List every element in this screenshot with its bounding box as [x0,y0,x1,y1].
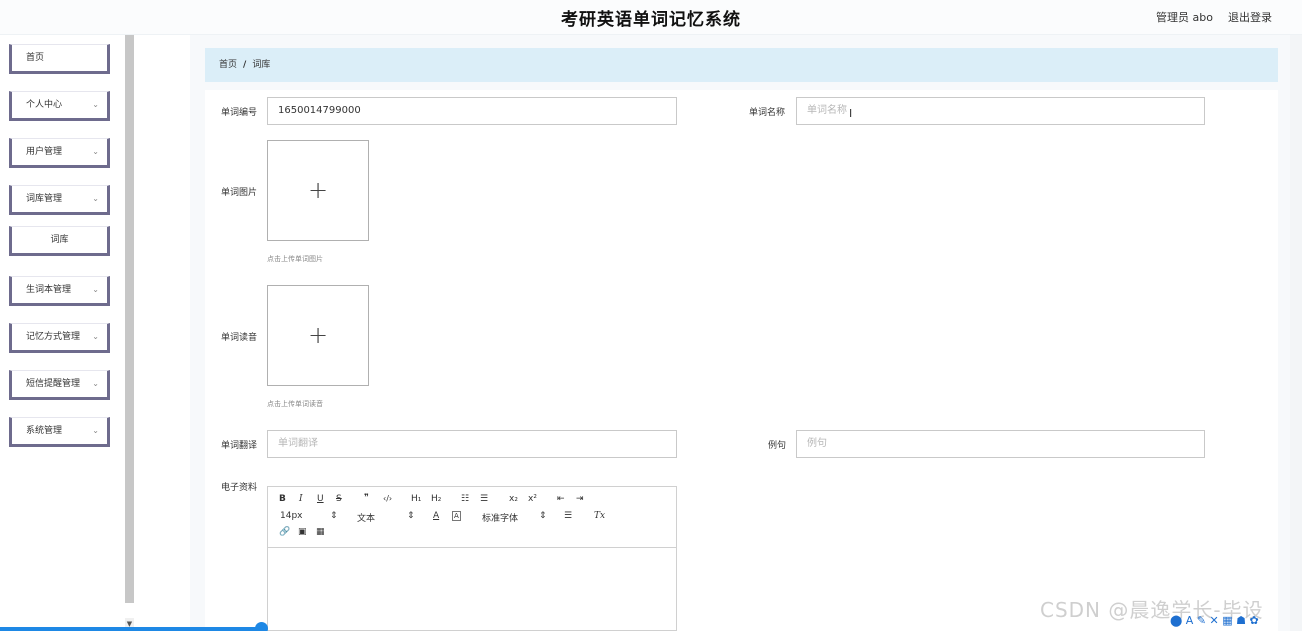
underline-button[interactable]: U [317,494,324,504]
font-color-icon[interactable]: A [433,511,439,521]
right-edge [1290,35,1302,631]
app-title: 考研英语单词记忆系统 [561,10,741,30]
text-style-chevron-icon[interactable]: ⇕ [407,511,415,521]
link-icon[interactable]: 🔗 [279,527,290,537]
progress-bar [0,627,262,631]
font-family-chevron-icon[interactable]: ⇕ [539,511,547,521]
sidebar-item-label: 记忆方式管理 [26,332,81,342]
sidebar-item-memory-method-management[interactable]: 记忆方式管理 ⌄ [9,323,110,353]
breadcrumb: 首页 / 词库 [205,48,1278,82]
sidebar-scrollbar[interactable] [125,35,134,603]
word-name-label: 单词名称 [749,108,786,118]
sidebar-item-sms-reminder-management[interactable]: 短信提醒管理 ⌄ [9,370,110,400]
sidebar-item-label: 用户管理 [26,147,63,157]
breadcrumb-separator: / [243,60,247,70]
sidebar-item-label: 生词本管理 [26,285,72,295]
indent-icon[interactable]: ⇥ [576,494,584,504]
editor-toolbar: B I U S ❞ ‹/› H₁ H₂ ☷ ☰ x₂ x² ⇤ ⇥ 14px ⇕… [268,487,676,548]
logout-link[interactable]: 退出登录 [1228,9,1272,25]
breadcrumb-home[interactable]: 首页 [219,60,237,70]
chevron-down-icon: ⌄ [92,100,99,109]
blockquote-icon[interactable]: ❞ [364,493,369,503]
chevron-down-icon: ⌄ [92,285,99,294]
sidebar-item-label: 首页 [26,53,45,63]
sidebar-item-label: 词库 [50,235,69,245]
translation-input[interactable]: 单词翻译 [267,430,677,458]
chevron-down-icon: ⌄ [92,332,99,341]
word-audio-label: 单词读音 [221,333,258,343]
audio-upload-box[interactable]: + [267,285,369,386]
align-icon[interactable]: ☰ [564,511,572,521]
top-bar: 考研英语单词记忆系统 管理员 abo 退出登录 [0,0,1302,35]
example-input[interactable]: 例句 [796,430,1205,458]
text-style-select[interactable]: 文本 [357,511,375,524]
heading2-button[interactable]: H₂ [431,494,441,504]
bold-button[interactable]: B [279,494,286,504]
progress-handle[interactable] [255,622,268,631]
background-color-icon[interactable]: A [452,511,461,521]
sidebar-item-label: 个人中心 [26,100,63,110]
sidebar-subitem-wordbank[interactable]: 词库 [9,226,110,256]
sidebar-item-label: 系统管理 [26,426,63,436]
image-icon[interactable]: ▣ [298,527,307,537]
font-family-select[interactable]: 标准字体 [482,511,518,524]
video-icon[interactable]: ▦ [316,527,325,537]
sidebar-item-personal-center[interactable]: 个人中心 ⌄ [9,91,110,121]
word-name-input[interactable]: 单词名称 [796,97,1205,125]
clear-format-icon[interactable]: Tx [594,511,605,521]
word-number-input[interactable]: 1650014799000 [267,97,677,125]
word-number-label: 单词编号 [221,108,258,118]
sidebar-item-vocab-book-management[interactable]: 生词本管理 ⌄ [9,276,110,306]
sidebar-item-label: 词库管理 [26,194,63,204]
image-upload-box[interactable]: + [267,140,369,241]
plus-icon: + [307,176,329,204]
user-label: 管理员 abo [1156,11,1213,24]
word-image-label: 单词图片 [221,188,258,198]
code-icon[interactable]: ‹/› [383,494,392,503]
translation-label: 单词翻译 [221,441,258,451]
italic-button[interactable]: I [299,494,303,504]
text-cursor-icon: I [849,107,853,120]
tray-icons: ⬤ A ✎ ✕ ▦ ☗ ✿ [1170,614,1259,627]
breadcrumb-current: 词库 [252,60,271,70]
heading1-button[interactable]: H₁ [411,494,421,504]
content-gutter [134,35,190,631]
chevron-down-icon: ⌄ [92,194,99,203]
audio-upload-hint: 点击上传单词读音 [267,400,323,408]
sidebar-item-home[interactable]: 首页 [9,44,110,74]
strikethrough-button[interactable]: S [336,494,342,504]
chevron-down-icon: ⌄ [92,147,99,156]
sidebar-item-label: 短信提醒管理 [26,379,81,389]
subscript-button[interactable]: x₂ [509,494,518,504]
plus-icon: + [307,321,329,349]
ordered-list-icon[interactable]: ☷ [461,494,469,504]
example-label: 例句 [768,441,787,451]
sidebar-item-user-management[interactable]: 用户管理 ⌄ [9,138,110,168]
font-size-chevron-icon[interactable]: ⇕ [330,511,338,521]
image-upload-hint: 点击上传单词图片 [267,255,323,263]
chevron-down-icon: ⌄ [92,426,99,435]
bullet-list-icon[interactable]: ☰ [480,494,488,504]
font-size-select[interactable]: 14px [280,511,303,521]
rich-text-editor[interactable]: B I U S ❞ ‹/› H₁ H₂ ☷ ☰ x₂ x² ⇤ ⇥ 14px ⇕… [267,486,677,631]
sidebar-item-system-management[interactable]: 系统管理 ⌄ [9,417,110,447]
chevron-down-icon: ⌄ [92,379,99,388]
superscript-button[interactable]: x² [528,494,537,504]
sidebar-item-wordbank-management[interactable]: 词库管理 ⌄ [9,185,110,215]
ebook-label: 电子资料 [221,483,258,493]
outdent-icon[interactable]: ⇤ [557,494,565,504]
